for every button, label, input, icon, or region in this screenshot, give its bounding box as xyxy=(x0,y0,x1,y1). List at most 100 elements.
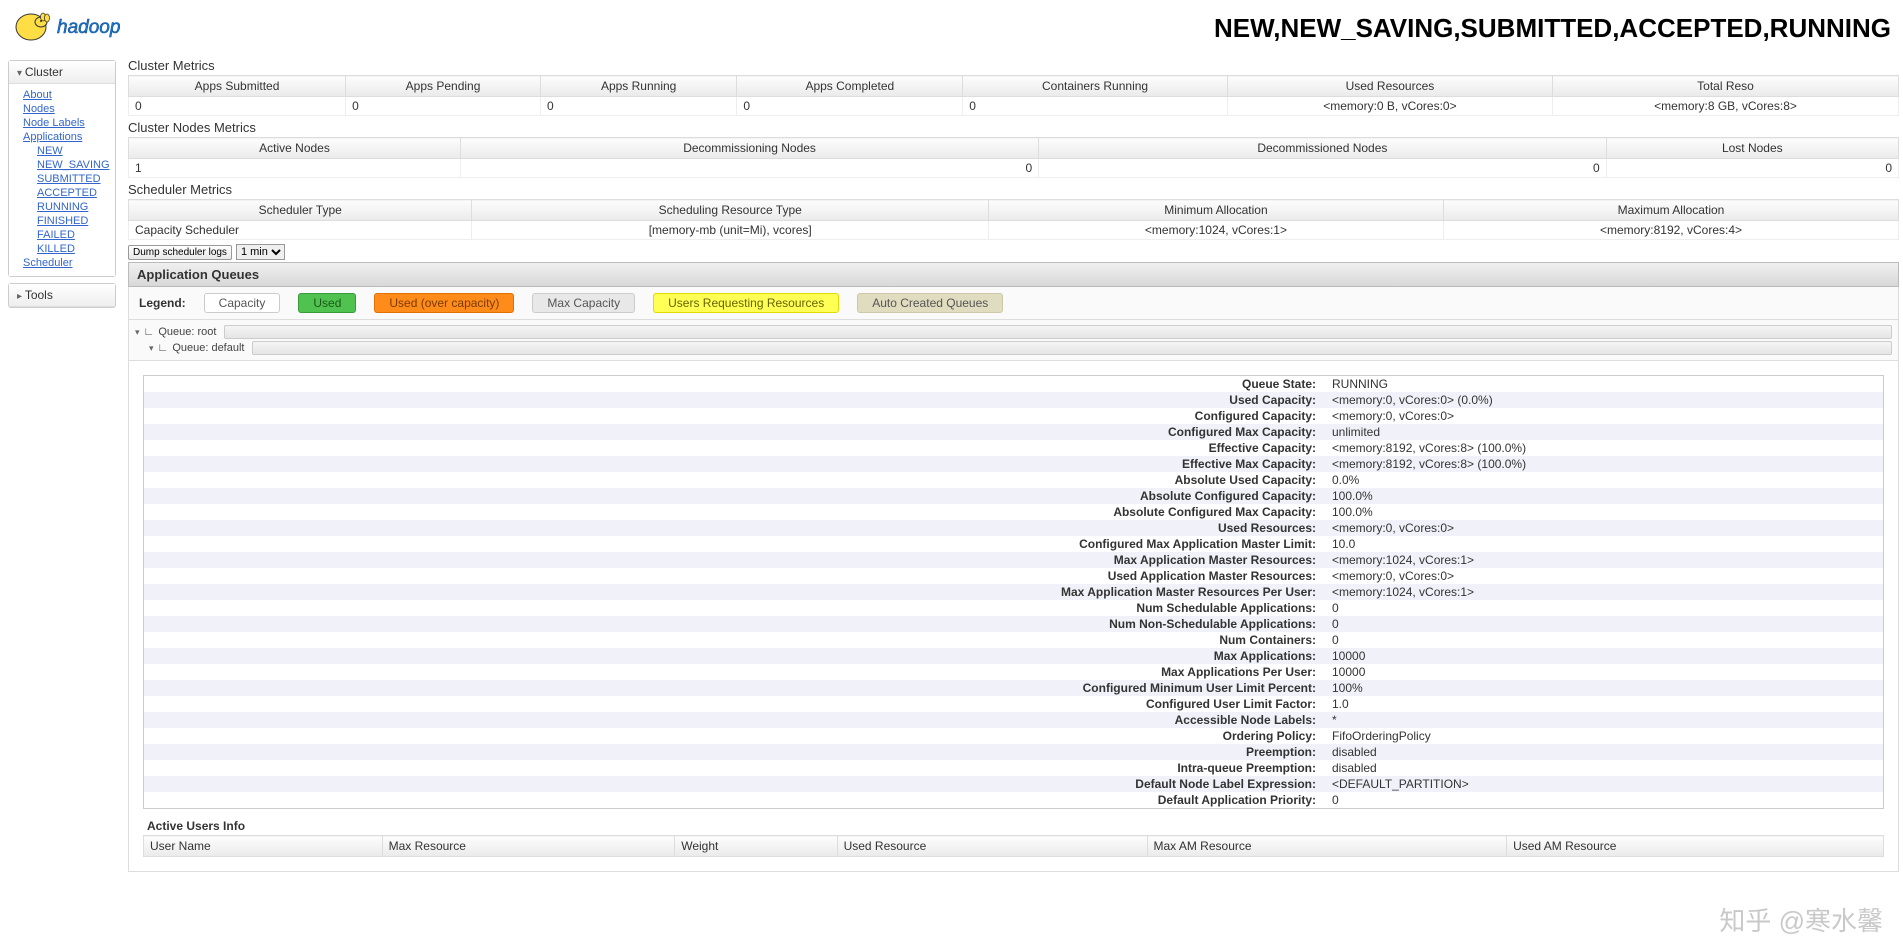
column-header[interactable]: Weight xyxy=(675,836,837,857)
table-cell: 0 xyxy=(540,97,736,116)
table-cell: 0 xyxy=(963,97,1228,116)
column-header[interactable]: Apps Pending xyxy=(346,76,541,97)
column-header[interactable]: Max AM Resource xyxy=(1147,836,1507,857)
queue-detail-row: Configured Minimum User Limit Percent:10… xyxy=(144,680,1883,696)
column-header[interactable]: User Name xyxy=(144,836,383,857)
queue-detail-row: Max Application Master Resources Per Use… xyxy=(144,584,1883,600)
queue-detail-row: Accessible Node Labels:* xyxy=(144,712,1883,728)
nav-app-state-finished[interactable]: FINISHED xyxy=(37,214,115,228)
nav-app-state-running[interactable]: RUNNING xyxy=(37,200,115,214)
nav-node-labels[interactable]: Node Labels xyxy=(23,116,115,130)
nav-about[interactable]: About xyxy=(23,88,115,102)
queue-detail-value: 10.0 xyxy=(1324,536,1883,552)
nav-app-states: NEWNEW_SAVINGSUBMITTEDACCEPTEDRUNNINGFIN… xyxy=(23,144,115,256)
queue-detail-label: Configured User Limit Factor: xyxy=(144,696,1324,712)
queue-detail-label: Preemption: xyxy=(144,744,1324,760)
queue-detail-value: 0.0% xyxy=(1324,472,1883,488)
watermark: 知乎 @寒水馨 xyxy=(1719,901,1883,938)
queue-detail-value: <memory:8192, vCores:8> (100.0%) xyxy=(1324,440,1883,456)
queue-detail-value: <memory:1024, vCores:1> xyxy=(1324,584,1883,600)
queue-detail-value: disabled xyxy=(1324,760,1883,776)
nav-app-state-failed[interactable]: FAILED xyxy=(37,228,115,242)
application-queues-header[interactable]: Application Queues xyxy=(128,262,1899,287)
column-header[interactable]: Decommissioning Nodes xyxy=(461,138,1039,159)
queue-detail-label: Used Resources: xyxy=(144,520,1324,536)
column-header[interactable]: Apps Completed xyxy=(737,76,963,97)
queue-detail-value: * xyxy=(1324,712,1883,728)
column-header[interactable]: Used Resources xyxy=(1227,76,1552,97)
queue-detail-label: Configured Minimum User Limit Percent: xyxy=(144,680,1324,696)
column-header[interactable]: Used AM Resource xyxy=(1507,836,1884,857)
queue-detail-value: FifoOrderingPolicy xyxy=(1324,728,1883,744)
table-cell: 0 xyxy=(1039,159,1607,178)
sidebar-header-cluster[interactable]: Cluster xyxy=(9,61,115,84)
queue-detail-row: Configured Capacity:<memory:0, vCores:0> xyxy=(144,408,1883,424)
queue-detail-label: Queue State: xyxy=(144,376,1324,392)
column-header[interactable]: Containers Running xyxy=(963,76,1228,97)
scheduler-metrics-table: Scheduler TypeScheduling Resource TypeMi… xyxy=(128,199,1899,240)
nav-app-state-new_saving[interactable]: NEW_SAVING xyxy=(37,158,115,172)
page-title: NEW,NEW_SAVING,SUBMITTED,ACCEPTED,RUNNIN… xyxy=(1214,13,1891,44)
column-header[interactable]: Maximum Allocation xyxy=(1443,200,1898,221)
queue-detail-row: Max Applications:10000 xyxy=(144,648,1883,664)
nav-nodes[interactable]: Nodes xyxy=(23,102,115,116)
cluster-metrics-title: Cluster Metrics xyxy=(128,58,1899,73)
queue-detail-row: Absolute Configured Capacity:100.0% xyxy=(144,488,1883,504)
queue-detail-label: Max Applications Per User: xyxy=(144,664,1324,680)
column-header[interactable]: Max Resource xyxy=(382,836,675,857)
queue-detail-value: 0 xyxy=(1324,792,1883,808)
column-header[interactable]: Lost Nodes xyxy=(1606,138,1898,159)
sidebar: Cluster About Nodes Node Labels Applicat… xyxy=(0,56,124,872)
queue-detail-row: Configured Max Capacity:unlimited xyxy=(144,424,1883,440)
table-cell: 0 xyxy=(737,97,963,116)
legend-used-over: Used (over capacity) xyxy=(374,293,514,313)
queue-detail-value: unlimited xyxy=(1324,424,1883,440)
sidebar-header-tools[interactable]: Tools xyxy=(9,284,115,307)
queue-detail-value: <memory:0, vCores:0> xyxy=(1324,568,1883,584)
nav-scheduler[interactable]: Scheduler xyxy=(23,256,115,270)
main-content: Cluster Metrics Apps SubmittedApps Pendi… xyxy=(124,56,1903,872)
queue-detail-value: <memory:8192, vCores:8> (100.0%) xyxy=(1324,456,1883,472)
legend-requesting: Users Requesting Resources xyxy=(653,293,839,313)
queue-detail-label: Effective Max Capacity: xyxy=(144,456,1324,472)
queue-detail-label: Max Application Master Resources Per Use… xyxy=(144,584,1324,600)
nodes-metrics-table: Active NodesDecommissioning NodesDecommi… xyxy=(128,137,1899,178)
column-header[interactable]: Scheduling Resource Type xyxy=(472,200,988,221)
nav-app-state-new[interactable]: NEW xyxy=(37,144,115,158)
queue-detail-row: Max Applications Per User:10000 xyxy=(144,664,1883,680)
column-header[interactable]: Total Reso xyxy=(1553,76,1899,97)
queue-detail-row: Effective Max Capacity:<memory:8192, vCo… xyxy=(144,456,1883,472)
column-header[interactable]: Apps Submitted xyxy=(129,76,346,97)
nav-app-state-accepted[interactable]: ACCEPTED xyxy=(37,186,115,200)
queue-detail-value: <memory:0, vCores:0> xyxy=(1324,408,1883,424)
nav-app-state-killed[interactable]: KILLED xyxy=(37,242,115,256)
caret-down-icon[interactable]: ▾ xyxy=(149,343,154,354)
queue-row-default[interactable]: ▾ ∟ Queue: default xyxy=(149,340,1892,356)
nav-applications[interactable]: Applications xyxy=(23,130,115,144)
column-header[interactable]: Apps Running xyxy=(540,76,736,97)
column-header[interactable]: Used Resource xyxy=(837,836,1147,857)
table-cell: <memory:0 B, vCores:0> xyxy=(1227,97,1552,116)
queue-detail-row: Used Capacity:<memory:0, vCores:0> (0.0%… xyxy=(144,392,1883,408)
table-cell: 0 xyxy=(129,97,346,116)
dump-scheduler-logs-button[interactable]: Dump scheduler logs xyxy=(128,245,232,260)
queue-detail-row: Absolute Configured Max Capacity:100.0% xyxy=(144,504,1883,520)
column-header[interactable]: Minimum Allocation xyxy=(988,200,1443,221)
queue-detail-row: Max Application Master Resources:<memory… xyxy=(144,552,1883,568)
dump-interval-select[interactable]: 1 min xyxy=(236,244,285,260)
column-header[interactable]: Decommissioned Nodes xyxy=(1039,138,1607,159)
column-header[interactable]: Scheduler Type xyxy=(129,200,472,221)
column-header[interactable]: Active Nodes xyxy=(129,138,461,159)
queue-detail-row: Num Non-Schedulable Applications:0 xyxy=(144,616,1883,632)
table-cell: <memory:1024, vCores:1> xyxy=(988,221,1443,240)
caret-down-icon[interactable]: ▾ xyxy=(135,327,140,338)
queue-detail-value: <memory:1024, vCores:1> xyxy=(1324,552,1883,568)
queue-detail-label: Max Applications: xyxy=(144,648,1324,664)
queue-detail-label: Default Node Label Expression: xyxy=(144,776,1324,792)
table-cell: [memory-mb (unit=Mi), vcores] xyxy=(472,221,988,240)
queue-detail-value: <DEFAULT_PARTITION> xyxy=(1324,776,1883,792)
queue-row-root[interactable]: ▾ ∟ Queue: root xyxy=(135,324,1892,340)
queue-detail-label: Configured Max Application Master Limit: xyxy=(144,536,1324,552)
nav-app-state-submitted[interactable]: SUBMITTED xyxy=(37,172,115,186)
queue-detail-row: Intra-queue Preemption:disabled xyxy=(144,760,1883,776)
